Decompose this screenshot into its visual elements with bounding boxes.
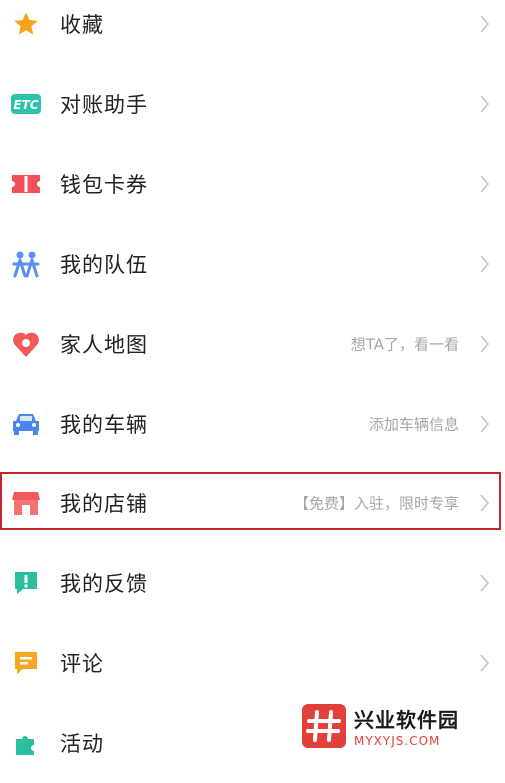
comment-icon — [10, 647, 42, 679]
menu-item-wallet-coupons[interactable]: 钱包卡券 — [0, 144, 505, 224]
menu-item-label: 我的店铺 — [60, 492, 148, 516]
chevron-right-icon — [475, 571, 493, 595]
store-icon — [10, 487, 42, 519]
menu-item-label: 对账助手 — [60, 93, 148, 117]
menu-item-label: 家人地图 — [60, 333, 148, 357]
menu-item-favorites[interactable]: 收藏 — [0, 0, 505, 64]
watermark: 兴业软件园 MYXYJS.COM — [298, 694, 505, 758]
menu-item-comments[interactable]: 评论 — [0, 623, 505, 703]
menu-item-etc-assistant[interactable]: ETC 对账助手 — [0, 64, 505, 144]
feedback-icon — [10, 567, 42, 599]
menu-item-label: 我的反馈 — [60, 572, 148, 596]
chevron-right-icon — [475, 332, 493, 356]
menu-item-my-feedback[interactable]: 我的反馈 — [0, 543, 505, 623]
chevron-right-icon — [475, 92, 493, 116]
menu-item-hint: 添加车辆信息 — [368, 415, 459, 434]
watermark-subtitle: MYXYJS.COM — [354, 734, 441, 748]
menu-item-my-store[interactable]: 我的店铺 【免费】入驻，限时专享 — [0, 463, 505, 543]
ticket-icon — [10, 168, 42, 200]
menu-item-label: 我的车辆 — [60, 413, 148, 437]
chevron-right-icon — [475, 172, 493, 196]
car-icon — [10, 408, 42, 440]
menu-item-label: 活动 — [60, 732, 104, 756]
menu-item-label: 评论 — [60, 652, 104, 676]
etc-icon: ETC — [10, 88, 42, 120]
team-icon — [10, 248, 42, 280]
watermark-text: 兴业软件园 MYXYJS.COM — [354, 704, 459, 748]
menu-item-hint: 【免费】入驻，限时专享 — [293, 494, 459, 513]
chevron-right-icon — [475, 491, 493, 515]
chevron-right-icon — [475, 412, 493, 436]
chevron-right-icon — [475, 12, 493, 36]
menu-item-label: 钱包卡券 — [60, 173, 148, 197]
menu-item-label: 我的队伍 — [60, 253, 148, 277]
menu-item-family-map[interactable]: 家人地图 想TA了，看一看 — [0, 304, 505, 384]
menu-item-my-team[interactable]: 我的队伍 — [0, 224, 505, 304]
chevron-right-icon — [475, 252, 493, 276]
menu-item-hint: 想TA了，看一看 — [350, 335, 459, 354]
chevron-right-icon — [475, 651, 493, 675]
menu-item-label: 收藏 — [60, 13, 104, 37]
watermark-logo-icon — [302, 704, 346, 748]
heart-location-icon — [10, 328, 42, 360]
puzzle-icon — [10, 727, 42, 759]
watermark-title: 兴业软件园 — [354, 708, 459, 732]
etc-icon-text: ETC — [13, 98, 38, 112]
star-icon — [10, 8, 42, 40]
menu-item-my-vehicle[interactable]: 我的车辆 添加车辆信息 — [0, 384, 505, 464]
